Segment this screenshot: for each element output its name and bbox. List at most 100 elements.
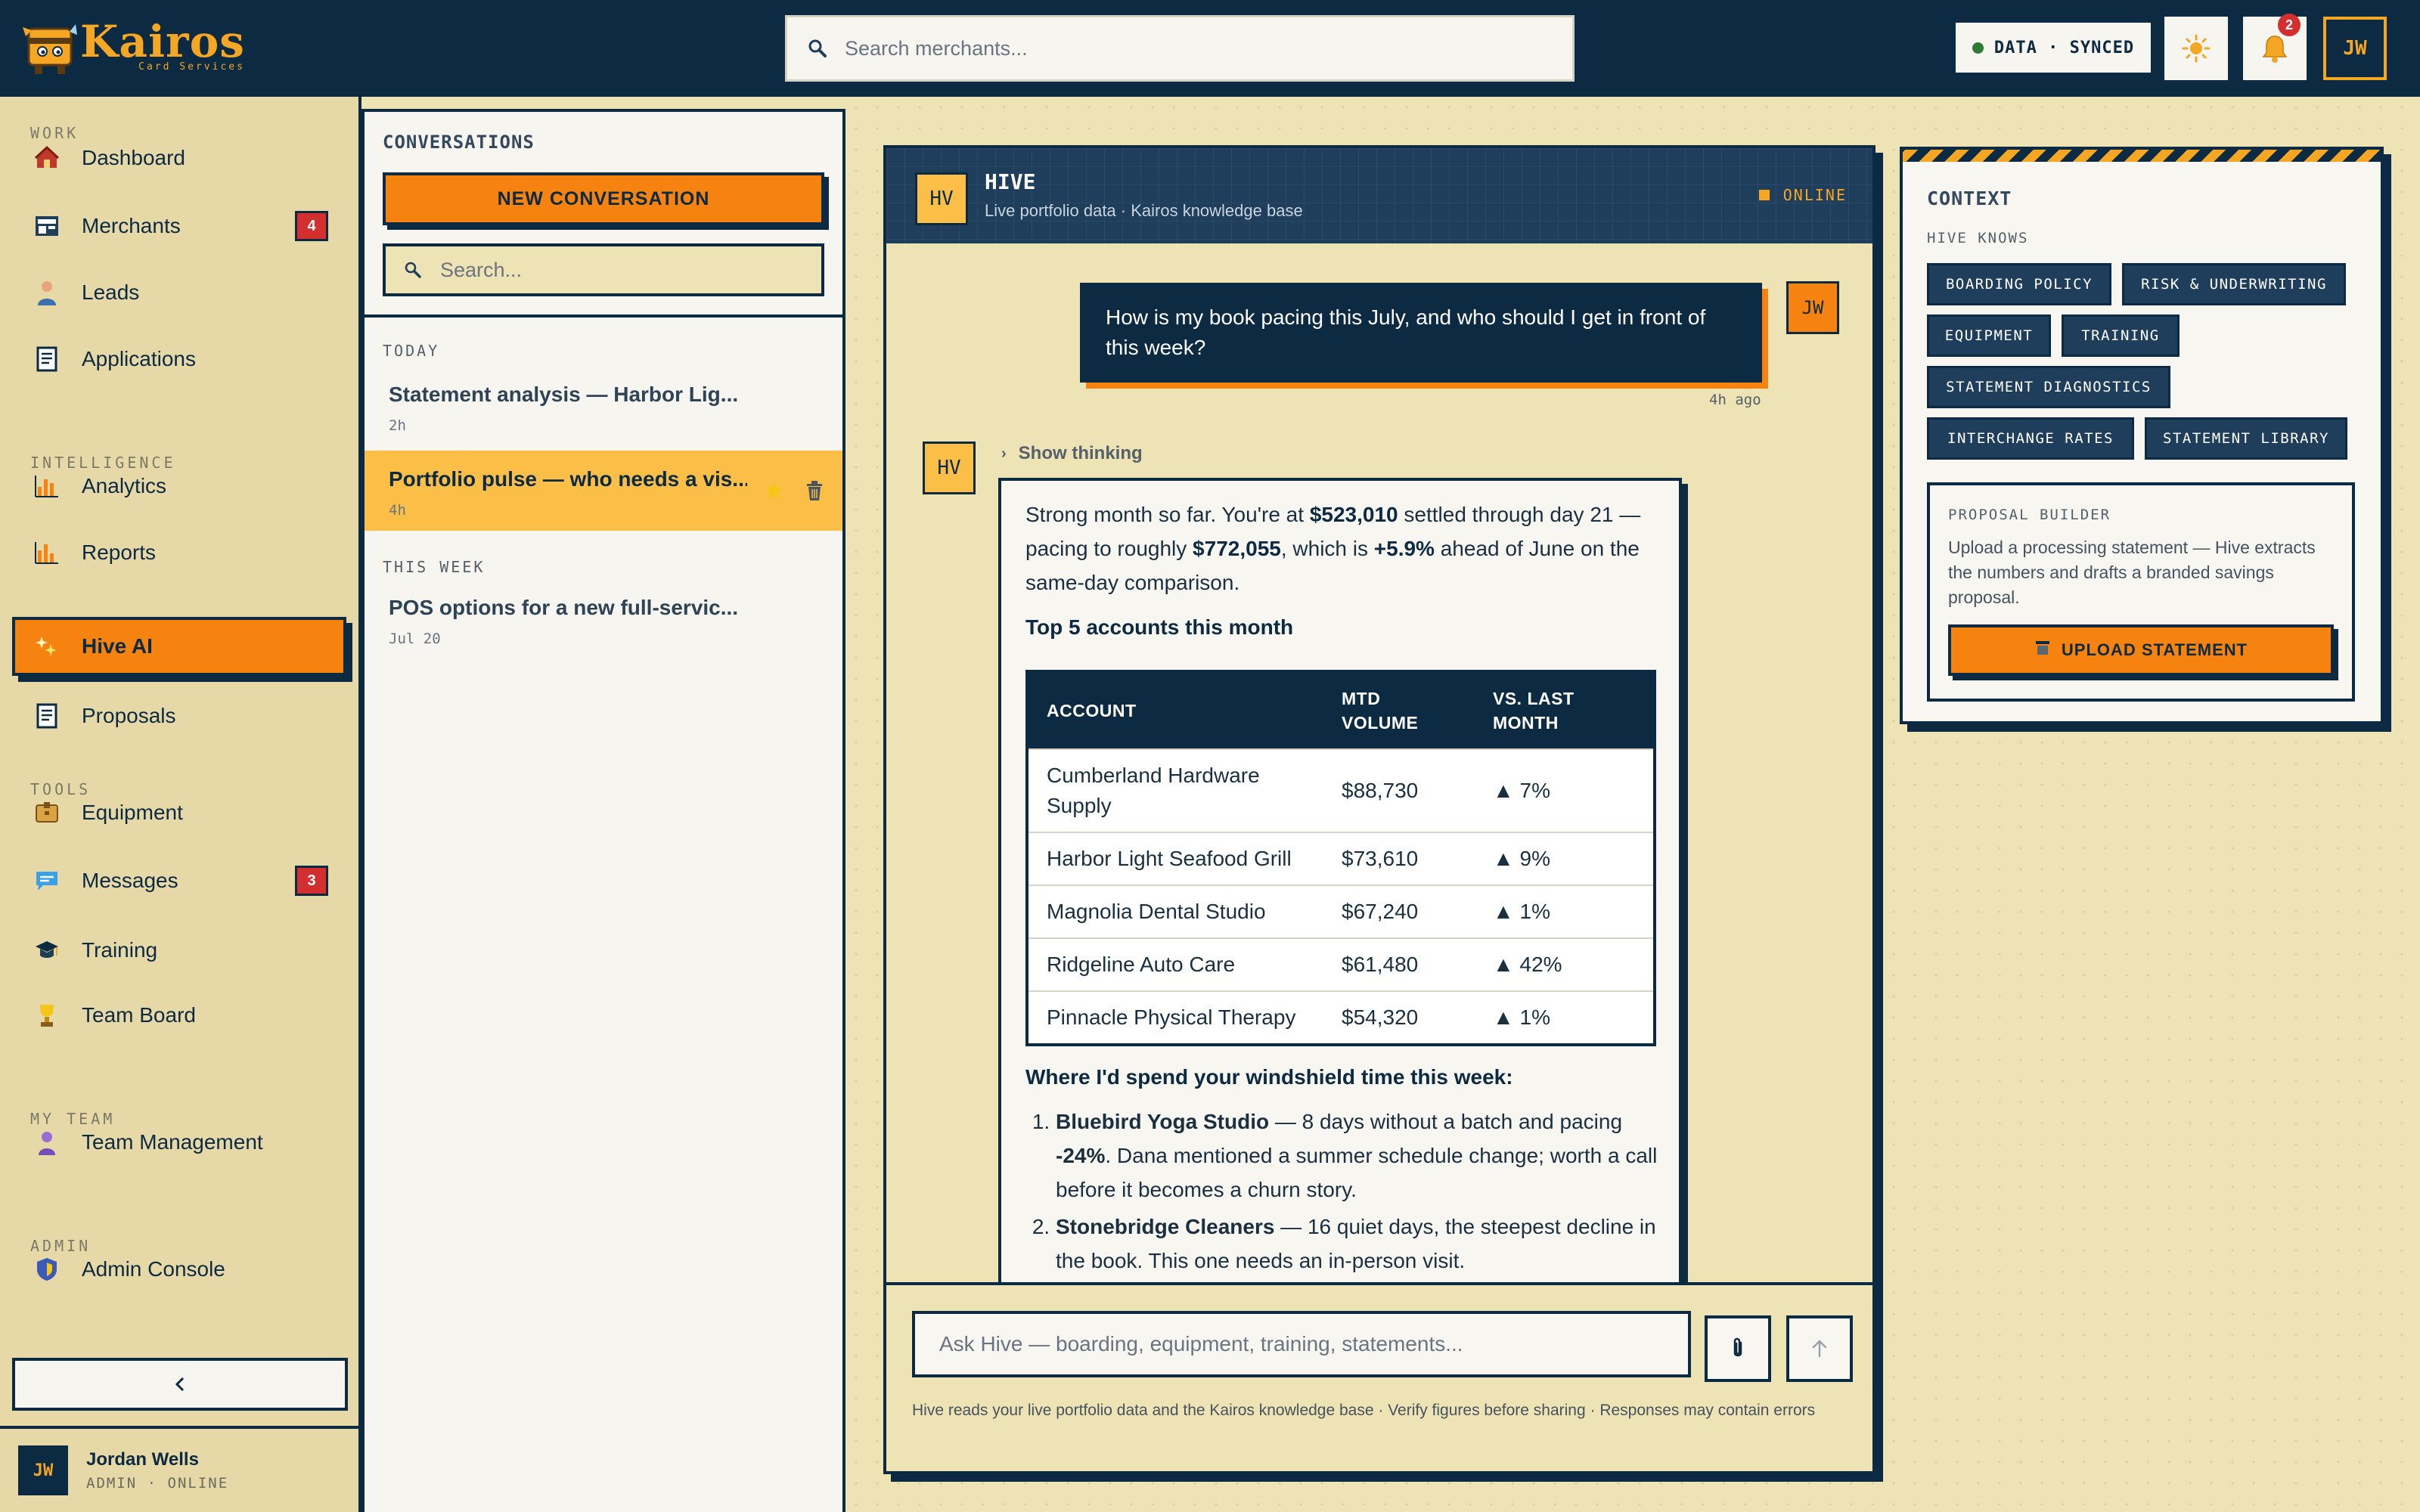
pacing-figure: -24% — [1056, 1144, 1106, 1167]
chevron-left-icon — [175, 1377, 185, 1392]
bot-status-text: ONLINE — [1782, 186, 1847, 204]
table-row: Cumberland Hardware Supply $88,730 ▲ 7% — [1027, 748, 1655, 832]
column-header: MTD VOLUME — [1323, 671, 1475, 749]
sidebar-item-leads[interactable]: Leads — [12, 263, 346, 322]
knowledge-chip[interactable]: STATEMENT DIAGNOSTICS — [1927, 366, 2170, 408]
hazard-stripe — [1903, 150, 2381, 162]
bot-subtitle: Live portfolio data · Kairos knowledge b… — [985, 201, 1303, 220]
group-label-this-week: THIS WEEK — [383, 558, 486, 576]
person-icon — [33, 279, 60, 306]
composer-placeholder: Ask Hive — boarding, equipment, training… — [939, 1332, 1463, 1356]
ask-hive-input[interactable]: Ask Hive — boarding, equipment, training… — [912, 1311, 1691, 1377]
sidebar-item-label: Equipment — [82, 801, 183, 824]
bar-chart-icon — [33, 472, 60, 500]
context-panel: CONTEXT HIVE KNOWS BOARDING POLICY RISK … — [1900, 147, 2384, 724]
composer-disclaimer: Hive reads your live portfolio data and … — [912, 1402, 1816, 1419]
account-name: Cumberland Hardware Supply — [1027, 748, 1323, 832]
sidebar-item-dashboard[interactable]: Dashboard — [12, 129, 346, 187]
sidebar-item-admin-console[interactable]: Admin Console — [12, 1240, 346, 1299]
knowledge-chip[interactable]: INTERCHANGE RATES — [1927, 417, 2134, 460]
send-button[interactable] — [1786, 1315, 1853, 1382]
sidebar-item-label: Team Board — [82, 1003, 196, 1027]
sidebar-item-team-management[interactable]: Team Management — [12, 1113, 346, 1172]
knowledge-chip[interactable]: BOARDING POLICY — [1927, 263, 2111, 305]
bot-avatar: HV — [915, 172, 968, 225]
package-icon — [33, 799, 60, 826]
conversation-item-active[interactable]: Portfolio pulse — who needs a vis... 4h — [365, 451, 842, 531]
sidebar-item-training[interactable]: Training — [12, 921, 346, 980]
report-chart-icon — [33, 539, 60, 566]
sidebar-item-label: Hive AI — [82, 634, 153, 658]
account-volume: $73,610 — [1323, 832, 1475, 885]
conversation-search-input[interactable]: Search... — [383, 243, 824, 296]
sidebar-item-label: Dashboard — [82, 146, 185, 169]
sidebar-item-applications[interactable]: Applications — [12, 330, 346, 389]
upload-tray-icon — [2034, 640, 2051, 661]
sidebar-item-messages[interactable]: Messages 3 — [12, 851, 346, 910]
chevron-right-icon: › — [1001, 445, 1007, 462]
sidebar-item-label: Leads — [82, 280, 140, 304]
sidebar-item-label: Team Management — [82, 1130, 263, 1154]
table-row: Ridgeline Auto Care $61,480 ▲ 42% — [1027, 937, 1655, 991]
new-conversation-button[interactable]: NEW CONVERSATION — [383, 172, 824, 225]
merchant-search-input[interactable]: Search merchants... — [785, 15, 1575, 82]
merchant-name: Bluebird Yoga Studio — [1056, 1110, 1270, 1133]
conversation-item[interactable]: Statement analysis — Harbor Lig... 2h — [365, 366, 842, 446]
star-icon[interactable] — [762, 479, 785, 506]
chat-bubble-icon — [33, 867, 60, 894]
conversations-header: CONVERSATIONS NEW CONVERSATION Search... — [365, 112, 842, 318]
context-subtitle: HIVE KNOWS — [1927, 230, 2029, 246]
user-message-time: 4h ago — [1709, 392, 1761, 408]
brand-logo[interactable]: Kairos Card Services — [23, 14, 245, 77]
sidebar-item-merchants[interactable]: Merchants 4 — [12, 197, 346, 256]
conversation-item[interactable]: POS options for a new full-servic... Jul… — [365, 579, 842, 659]
attach-button[interactable] — [1705, 1315, 1771, 1382]
table-row: Harbor Light Seafood Grill $73,610 ▲ 9% — [1027, 832, 1655, 885]
storefront-icon — [33, 212, 60, 240]
sidebar-item-label: Reports — [82, 541, 157, 564]
sidebar-item-equipment[interactable]: Equipment — [12, 783, 346, 842]
top-bar: Kairos Card Services Search merchants...… — [0, 0, 2420, 97]
bot-name: HIVE — [985, 169, 1036, 194]
sidebar-item-label: Analytics — [82, 474, 167, 497]
context-title: CONTEXT — [1927, 187, 2012, 209]
user-name: Jordan Wells — [86, 1449, 199, 1470]
sidebar-item-label: Messages — [82, 869, 178, 892]
sidebar-item-reports[interactable]: Reports — [12, 523, 346, 582]
settled-amount: $523,010 — [1309, 503, 1398, 526]
reply-text: , which is — [1280, 537, 1374, 560]
knowledge-chip[interactable]: EQUIPMENT — [1927, 314, 2051, 357]
sidebar-item-hive-ai[interactable]: Hive AI — [12, 617, 346, 676]
trash-icon[interactable] — [805, 479, 824, 506]
team-member-icon — [33, 1129, 60, 1156]
knowledge-chip[interactable]: STATEMENT LIBRARY — [2145, 417, 2347, 460]
sidebar-item-label: Training — [82, 938, 158, 962]
search-placeholder: Search... — [440, 258, 523, 281]
upload-statement-button[interactable]: UPLOAD STATEMENT — [1948, 624, 2334, 676]
show-thinking-toggle[interactable]: › Show thinking — [1001, 443, 1143, 464]
top-accounts-table: ACCOUNT MTD VOLUME VS. LAST MONTH Cumber… — [1025, 670, 1656, 1046]
sidebar-item-label: Merchants — [82, 214, 181, 237]
knowledge-chip[interactable]: TRAINING — [2062, 314, 2180, 357]
visit-list: Bluebird Yoga Studio — 8 days without a … — [1056, 1105, 1661, 1278]
sidebar-item-team-board[interactable]: Team Board — [12, 986, 346, 1045]
account-volume: $67,240 — [1323, 885, 1475, 938]
account-change: ▲ 7% — [1475, 748, 1655, 832]
chat-panel: HV HIVE Live portfolio data · Kairos kno… — [883, 145, 1876, 1474]
current-user[interactable]: JW Jordan Wells ADMIN · ONLINE — [0, 1426, 358, 1512]
collapse-sidebar-button[interactable] — [12, 1358, 348, 1411]
notifications-button[interactable]: 2 — [2243, 14, 2307, 80]
conversations-title: CONVERSATIONS — [383, 132, 535, 153]
knowledge-chip[interactable]: RISK & UNDERWRITING — [2122, 263, 2346, 305]
account-change: ▲ 1% — [1475, 885, 1655, 938]
sidebar-item-analytics[interactable]: Analytics — [12, 457, 346, 516]
search-placeholder: Search merchants... — [845, 36, 1028, 60]
user-avatar-button[interactable]: JW — [2323, 17, 2387, 80]
account-change: ▲ 42% — [1475, 937, 1655, 991]
account-volume: $54,320 — [1323, 990, 1475, 1045]
sidebar-item-label: Admin Console — [82, 1257, 225, 1281]
list-text: — 8 days without a batch and pacing — [1269, 1110, 1623, 1133]
sidebar-item-proposals[interactable]: Proposals — [12, 686, 346, 745]
chat-header: HV HIVE Live portfolio data · Kairos kno… — [886, 148, 1872, 243]
theme-toggle-button[interactable] — [2164, 17, 2228, 80]
